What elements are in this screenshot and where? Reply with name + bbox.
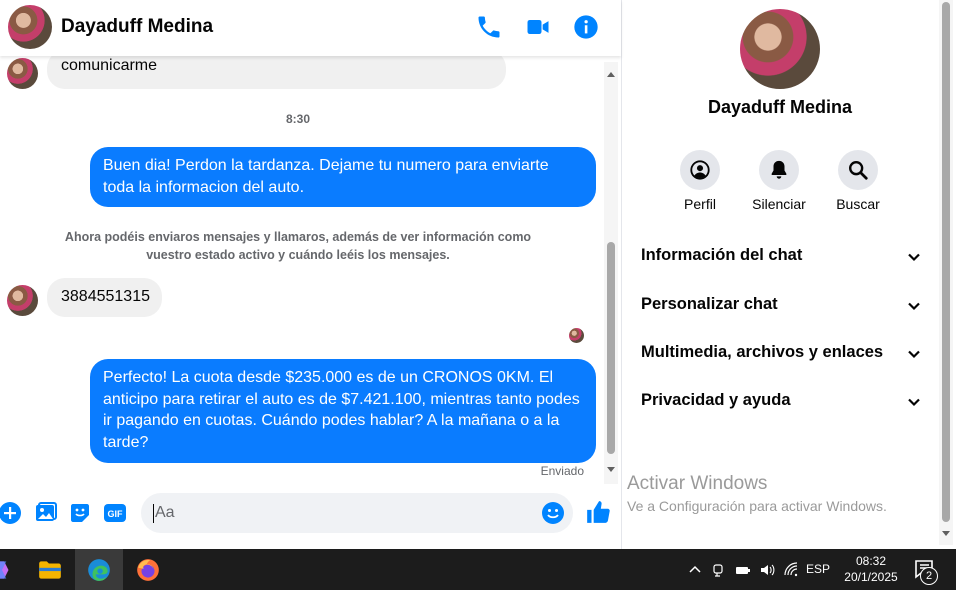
copilot-icon[interactable] [0,549,26,590]
watermark-subtitle: Ve a Configuración para activar Windows. [627,498,887,514]
file-explorer-icon[interactable] [26,549,74,590]
notification-badge: 2 [920,567,938,585]
info-contact-name: Dayaduff Medina [707,97,853,117]
contact-name[interactable]: Dayaduff Medina [61,16,213,38]
scroll-up-icon[interactable] [607,72,615,77]
scroll-thumb[interactable] [607,242,615,454]
message-input[interactable]: Aa [141,493,573,533]
wifi-icon[interactable] [782,549,800,590]
plus-icon[interactable] [0,501,22,525]
action-label: Perfil [684,196,716,212]
firefox-icon[interactable] [124,549,172,590]
clock-date: 20/1/2025 [844,570,898,584]
photo-icon[interactable] [34,501,58,525]
clock[interactable]: 08:32 20/1/2025 [832,553,910,585]
time-separator: 8:30 [285,112,311,126]
emoji-icon[interactable] [541,501,565,525]
section-privacy-help[interactable]: Privacidad y ayuda [641,391,921,415]
scroll-down-icon[interactable] [607,467,615,472]
text-caret [153,504,154,523]
input-language[interactable]: ESP [806,562,830,576]
composer: GIF Aa [0,487,621,545]
chevron-down-icon [908,302,920,311]
meet-now-icon[interactable] [710,549,728,590]
input-placeholder: Aa [155,504,175,521]
seen-avatar [569,328,584,343]
chat-pane: Dayaduff Medina comunicarme 8:30 Buen di… [0,0,621,549]
show-hidden-icons-chevron-icon[interactable] [686,549,704,590]
chevron-down-icon [908,350,920,359]
gif-icon[interactable]: GIF [103,501,127,525]
clock-time: 08:32 [855,554,887,568]
windows-taskbar: ESP 08:32 20/1/2025 [0,549,956,590]
search-action[interactable]: Buscar [818,150,898,212]
info-icon[interactable] [572,13,600,41]
contact-avatar[interactable] [8,5,52,49]
section-title: Privacidad y ayuda [641,391,791,409]
bell-icon[interactable] [759,150,799,190]
sticker-icon[interactable] [68,501,92,525]
scroll-down-icon[interactable] [942,531,950,536]
profile-icon[interactable] [680,150,720,190]
chat-scrollbar[interactable] [604,62,618,484]
mute-action[interactable]: Silenciar [739,150,819,212]
scroll-thumb[interactable] [942,2,950,522]
sent-status: Enviado [540,464,584,478]
section-chat-info[interactable]: Información del chat [641,246,921,270]
outgoing-message[interactable]: Perfecto! La cuota desde $235.000 es de … [90,359,596,463]
section-title: Multimedia, archivos y enlaces [641,343,884,361]
section-customize-chat[interactable]: Personalizar chat [641,295,921,319]
profile-action[interactable]: Perfil [660,150,740,212]
gif-label: GIF [108,509,124,519]
watermark-title: Activar Windows [627,473,768,494]
action-label: Silenciar [752,196,806,212]
outgoing-message[interactable]: Buen dia! Perdon la tardanza. Dejame tu … [90,147,596,207]
phone-icon[interactable] [475,13,503,41]
section-media-files[interactable]: Multimedia, archivos y enlaces [641,343,921,367]
action-label: Buscar [836,196,880,212]
incoming-message[interactable]: 3884551315 [47,278,162,317]
sender-avatar [7,58,38,89]
message-list[interactable]: comunicarme 8:30 Buen dia! Perdon la tar… [0,56,604,484]
chevron-down-icon [908,398,920,407]
incoming-message[interactable]: comunicarme [47,56,506,89]
video-call-icon[interactable] [524,13,552,41]
search-icon[interactable] [838,150,878,190]
volume-icon[interactable] [758,549,776,590]
info-scrollbar[interactable] [939,0,953,545]
info-avatar[interactable] [740,9,820,89]
chevron-down-icon [908,253,920,262]
windows-activation-watermark: Activar Windows Ve a Configuración para … [627,473,887,514]
chat-header: Dayaduff Medina [0,0,621,56]
like-icon[interactable] [585,499,611,525]
section-title: Información del chat [641,246,803,264]
edge-icon[interactable] [75,549,123,590]
section-title: Personalizar chat [641,295,778,313]
connection-notice: Ahora podéis enviaros mensajes y llamaro… [64,230,532,262]
sender-avatar [7,285,38,316]
chat-info-panel: Dayaduff Medina Perfil Silenciar Buscar … [621,0,956,549]
battery-icon[interactable] [734,549,752,590]
